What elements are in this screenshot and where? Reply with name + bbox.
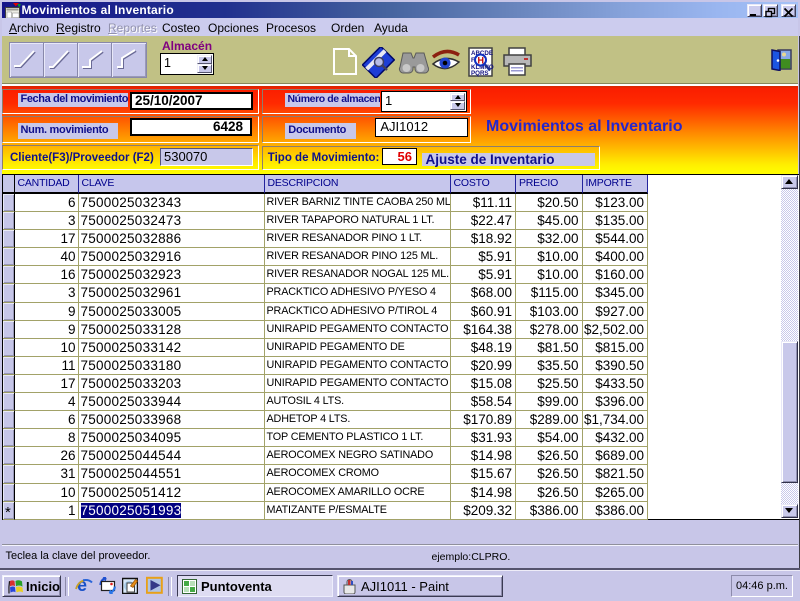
svg-text:e: e <box>77 576 87 595</box>
svg-text:PQRS: PQRS <box>471 70 489 77</box>
svg-text:H: H <box>478 56 485 66</box>
